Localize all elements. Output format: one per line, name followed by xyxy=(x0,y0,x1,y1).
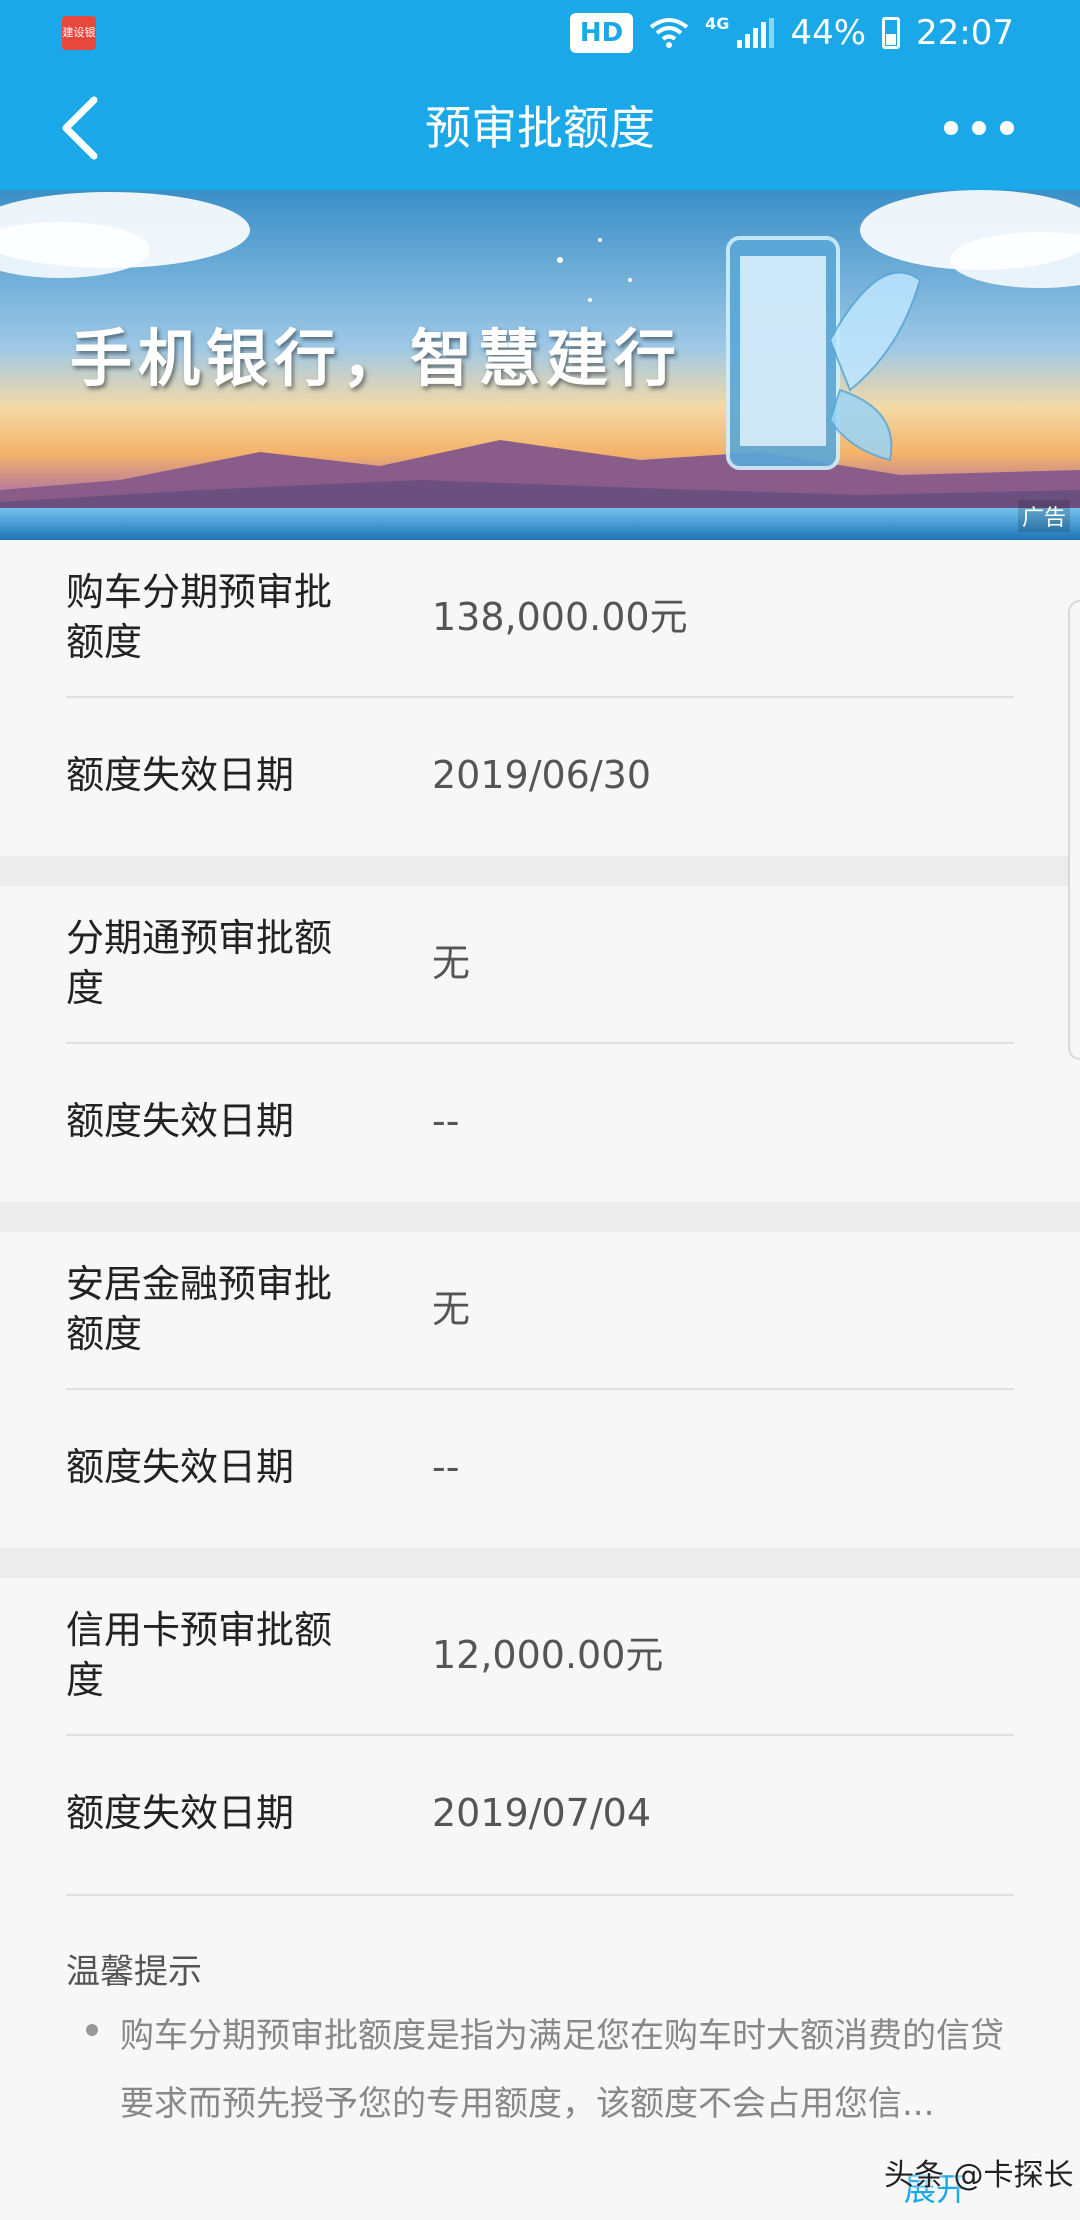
battery-percent: 44% xyxy=(790,13,867,53)
row-label: 购车分期预审批额度 xyxy=(66,570,333,664)
more-button[interactable] xyxy=(944,106,1014,150)
group-housing: 安居金融预审批额度 无 额度失效日期 -- xyxy=(0,1232,1080,1548)
row-value: -- xyxy=(432,1445,460,1489)
group-separator xyxy=(0,856,1080,886)
wifi-icon xyxy=(649,18,689,48)
row-value: 2019/07/04 xyxy=(432,1791,652,1835)
row-value: 无 xyxy=(432,1287,471,1331)
info-row: 信用卡预审批额度 12,000.00元 xyxy=(66,1578,1014,1736)
row-label: 额度失效日期 xyxy=(66,753,295,797)
row-value: 2019/06/30 xyxy=(432,753,652,797)
tips-text: 购车分期预审批额度是指为满足您在购车时大额消费的信贷要求而预先授予您的专用额度，… xyxy=(120,2016,1004,2124)
row-value: 12,000.00元 xyxy=(432,1633,664,1677)
status-icons: HD 4G 44% 22:07 xyxy=(569,10,1014,56)
more-dots-icon xyxy=(944,121,958,135)
battery-icon xyxy=(882,17,901,49)
row-label: 额度失效日期 xyxy=(66,1445,295,1489)
info-row: 安居金融预审批额度 无 xyxy=(66,1232,1014,1390)
hd-badge: HD xyxy=(569,13,634,53)
ad-label: 广告 xyxy=(1017,500,1070,532)
row-label: 安居金融预审批额度 xyxy=(66,1262,333,1356)
info-row: 额度失效日期 -- xyxy=(66,1044,1014,1202)
row-label: 分期通预审批额度 xyxy=(66,916,333,1010)
info-row: 购车分期预审批额度 138,000.00元 xyxy=(66,540,1014,698)
group-separator xyxy=(0,1548,1080,1578)
status-bar: 建设银行 HD 4G 44% 22:07 xyxy=(0,0,1080,66)
group-separator xyxy=(0,1202,1080,1232)
divider xyxy=(66,1894,1014,1896)
info-row: 额度失效日期 -- xyxy=(66,1390,1014,1548)
ad-banner[interactable]: 手机银行，智慧建行 广告 xyxy=(0,190,1080,540)
signal-icon xyxy=(737,18,775,48)
group-car-loan: 购车分期预审批额度 138,000.00元 额度失效日期 2019/06/30 xyxy=(0,540,1080,856)
info-row: 额度失效日期 2019/06/30 xyxy=(66,698,1014,856)
edge-panel-handle[interactable] xyxy=(1068,600,1080,1060)
info-row: 分期通预审批额度 无 xyxy=(66,886,1014,1044)
group-credit-card: 信用卡预审批额度 12,000.00元 额度失效日期 2019/07/04 xyxy=(0,1578,1080,1894)
watermark: 头条 @卡探长 xyxy=(884,2158,1074,2193)
bullet-icon xyxy=(86,2024,98,2036)
clock: 22:07 xyxy=(916,13,1014,53)
row-label: 额度失效日期 xyxy=(66,1791,295,1835)
row-value: 无 xyxy=(432,941,471,985)
network-type: 4G xyxy=(705,13,730,33)
row-label: 信用卡预审批额度 xyxy=(66,1608,333,1702)
app-notification-icon: 建设银行 xyxy=(62,16,96,50)
page-title: 预审批额度 xyxy=(425,101,655,155)
row-value: -- xyxy=(432,1099,460,1143)
row-label: 额度失效日期 xyxy=(66,1099,295,1143)
info-row: 额度失效日期 2019/07/04 xyxy=(66,1736,1014,1894)
row-value: 138,000.00元 xyxy=(432,595,688,639)
banner-slogan: 手机银行，智慧建行 xyxy=(70,322,683,395)
tips-title: 温馨提示 xyxy=(66,1952,202,1992)
nav-bar: 预审批额度 xyxy=(0,66,1080,190)
group-installment: 分期通预审批额度 无 额度失效日期 -- xyxy=(0,886,1080,1202)
